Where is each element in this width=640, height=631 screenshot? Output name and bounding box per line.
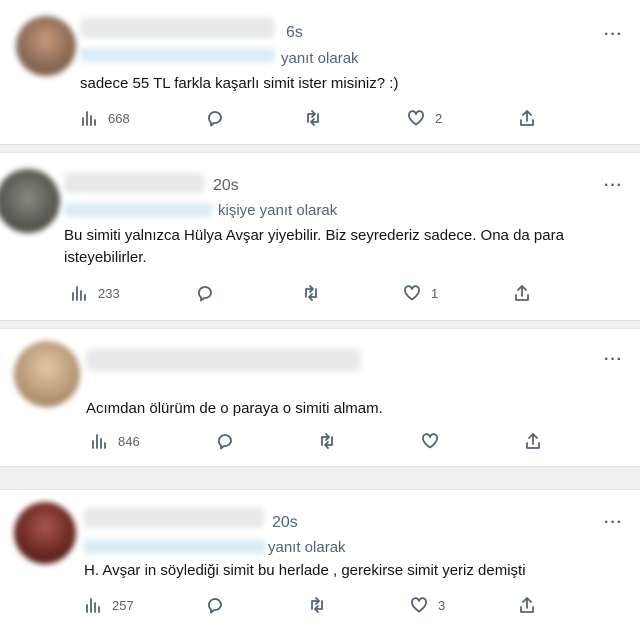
- views-count: 846: [118, 433, 140, 449]
- share-icon: [526, 433, 540, 449]
- likes-count: 3: [438, 597, 446, 613]
- tweet-text: sadece 55 TL farkla kaşarlı simit ister …: [80, 75, 399, 92]
- reply-icon: [218, 434, 232, 450]
- retweet-button[interactable]: [304, 108, 322, 128]
- tweet-card[interactable]: 20s kişiye yanıt olarak ··· Bu simiti ya…: [0, 153, 640, 320]
- views-button[interactable]: 257: [84, 595, 134, 615]
- like-button[interactable]: 2: [407, 108, 442, 128]
- views-icon: [92, 434, 106, 449]
- more-options-icon[interactable]: ···: [604, 514, 623, 532]
- tweet-actions: 668 2: [80, 108, 550, 128]
- share-button[interactable]: [518, 595, 536, 615]
- views-icon: [86, 598, 100, 613]
- views-button[interactable]: 233: [70, 283, 120, 303]
- like-button[interactable]: 3: [410, 595, 445, 615]
- tweet-text-line-1: Bu simiti yalnızca Hülya Avşar yiyebilir…: [64, 227, 564, 244]
- views-count: 668: [108, 110, 130, 126]
- views-button[interactable]: 668: [80, 108, 130, 128]
- share-button[interactable]: [524, 431, 542, 451]
- retweet-icon: [321, 433, 333, 449]
- avatar[interactable]: [14, 341, 80, 407]
- reply-icon: [208, 111, 222, 127]
- share-button[interactable]: [518, 108, 536, 128]
- retweet-icon: [311, 597, 323, 613]
- retweet-icon: [307, 110, 319, 126]
- tweet-time[interactable]: 20s: [272, 514, 298, 532]
- views-count: 233: [98, 285, 120, 301]
- tweet-separator: [0, 320, 640, 329]
- reply-button[interactable]: [206, 595, 224, 615]
- tweet-separator: [0, 466, 640, 490]
- share-icon: [520, 110, 534, 126]
- more-options-icon[interactable]: ···: [604, 26, 623, 44]
- tweet-time[interactable]: 6s: [286, 24, 303, 42]
- avatar[interactable]: [14, 502, 76, 564]
- tweet-text-line-2: isteyebilirler.: [64, 249, 147, 266]
- views-button[interactable]: 846: [90, 431, 140, 451]
- retweet-button[interactable]: [308, 595, 326, 615]
- avatar[interactable]: [0, 169, 60, 233]
- heart-icon: [404, 285, 420, 301]
- author-name-blurred[interactable]: [80, 18, 275, 38]
- more-options-icon[interactable]: ···: [604, 177, 623, 195]
- views-count: 257: [112, 597, 134, 613]
- reply-button[interactable]: [216, 431, 234, 451]
- heart-icon: [408, 110, 424, 126]
- reply-button[interactable]: [206, 108, 224, 128]
- likes-count: 2: [435, 110, 443, 126]
- likes-count: 1: [431, 285, 439, 301]
- reply-icon: [208, 598, 222, 614]
- reply-to-handle-blurred[interactable]: [80, 48, 275, 62]
- author-name-blurred[interactable]: [86, 349, 361, 371]
- heart-icon: [411, 597, 427, 613]
- more-options-icon[interactable]: ···: [604, 351, 623, 369]
- tweet-actions: 233 1: [70, 283, 540, 303]
- tweet-text: Acımdan ölürüm de o paraya o simiti alma…: [86, 400, 383, 417]
- reply-label: yanıt olarak: [281, 50, 359, 67]
- views-icon: [82, 111, 96, 126]
- heart-icon: [422, 433, 438, 449]
- author-name-blurred[interactable]: [84, 508, 264, 528]
- reply-to-handle-blurred[interactable]: [64, 203, 212, 217]
- reply-icon: [198, 286, 212, 302]
- tweet-actions: 257 3: [84, 595, 544, 615]
- tweet-card[interactable]: ··· Acımdan ölürüm de o paraya o simiti …: [0, 329, 640, 466]
- tweet-time[interactable]: 20s: [213, 177, 239, 195]
- retweet-button[interactable]: [302, 283, 320, 303]
- views-icon: [72, 286, 86, 301]
- author-name-blurred[interactable]: [64, 173, 204, 193]
- like-button[interactable]: [421, 431, 439, 451]
- tweet-actions: 846: [90, 431, 550, 451]
- reply-to-handle-blurred[interactable]: [84, 540, 266, 554]
- tweet-text: H. Avşar in söylediği simit bu herlade ,…: [84, 562, 526, 579]
- share-icon: [515, 285, 529, 301]
- retweet-icon: [305, 285, 317, 301]
- reply-button[interactable]: [196, 283, 214, 303]
- reply-label: yanıt olarak: [268, 539, 346, 556]
- reply-label: kişiye yanıt olarak: [218, 202, 338, 219]
- avatar[interactable]: [16, 16, 76, 76]
- retweet-button[interactable]: [318, 431, 336, 451]
- tweet-separator: [0, 144, 640, 153]
- tweet-card[interactable]: 6s yanıt olarak ··· sadece 55 TL farkla …: [0, 0, 640, 144]
- share-button[interactable]: [513, 283, 531, 303]
- share-icon: [520, 597, 534, 613]
- tweet-card[interactable]: 20s yanıt olarak ··· H. Avşar in söyledi…: [0, 490, 640, 631]
- like-button[interactable]: 1: [403, 283, 438, 303]
